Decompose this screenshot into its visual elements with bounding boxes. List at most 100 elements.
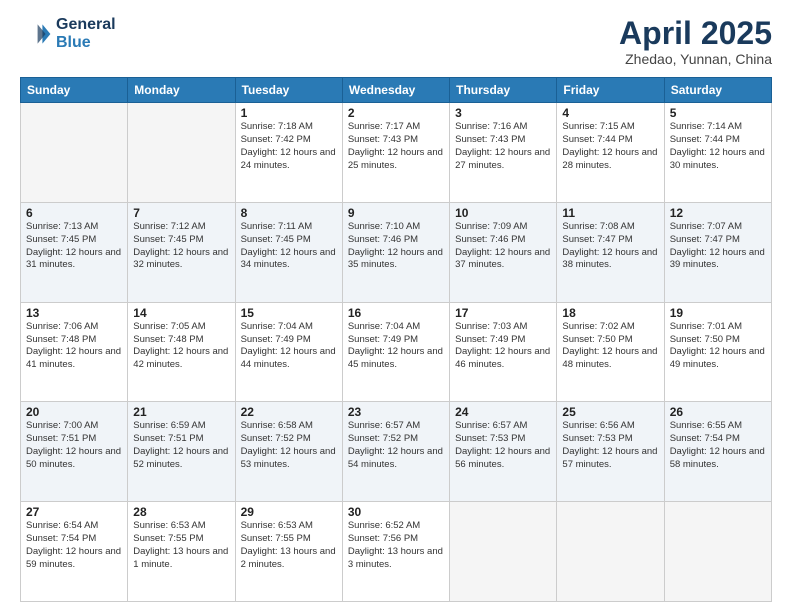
day-number: 27: [26, 505, 122, 519]
header-sunday: Sunday: [21, 78, 128, 103]
calendar-cell: 26Sunrise: 6:55 AM Sunset: 7:54 PM Dayli…: [664, 402, 771, 502]
calendar-table: Sunday Monday Tuesday Wednesday Thursday…: [20, 77, 772, 602]
calendar-cell: 16Sunrise: 7:04 AM Sunset: 7:49 PM Dayli…: [342, 302, 449, 402]
day-info: Sunrise: 6:52 AM Sunset: 7:56 PM Dayligh…: [348, 520, 444, 571]
calendar-cell: 22Sunrise: 6:58 AM Sunset: 7:52 PM Dayli…: [235, 402, 342, 502]
header-tuesday: Tuesday: [235, 78, 342, 103]
calendar-cell: 17Sunrise: 7:03 AM Sunset: 7:49 PM Dayli…: [450, 302, 557, 402]
logo: General Blue: [20, 16, 116, 52]
calendar-cell: [664, 502, 771, 602]
day-number: 17: [455, 306, 551, 320]
calendar-cell: 30Sunrise: 6:52 AM Sunset: 7:56 PM Dayli…: [342, 502, 449, 602]
calendar-cell: 20Sunrise: 7:00 AM Sunset: 7:51 PM Dayli…: [21, 402, 128, 502]
day-info: Sunrise: 7:15 AM Sunset: 7:44 PM Dayligh…: [562, 121, 658, 172]
calendar-cell: 25Sunrise: 6:56 AM Sunset: 7:53 PM Dayli…: [557, 402, 664, 502]
day-info: Sunrise: 7:05 AM Sunset: 7:48 PM Dayligh…: [133, 321, 229, 372]
calendar-cell: [128, 103, 235, 203]
calendar-cell: 6Sunrise: 7:13 AM Sunset: 7:45 PM Daylig…: [21, 202, 128, 302]
day-info: Sunrise: 6:55 AM Sunset: 7:54 PM Dayligh…: [670, 420, 766, 471]
calendar-cell: 1Sunrise: 7:18 AM Sunset: 7:42 PM Daylig…: [235, 103, 342, 203]
day-info: Sunrise: 7:11 AM Sunset: 7:45 PM Dayligh…: [241, 221, 337, 272]
day-number: 11: [562, 206, 658, 220]
day-number: 16: [348, 306, 444, 320]
day-info: Sunrise: 6:53 AM Sunset: 7:55 PM Dayligh…: [133, 520, 229, 571]
main-title: April 2025: [619, 16, 772, 51]
day-number: 13: [26, 306, 122, 320]
calendar-cell: 23Sunrise: 6:57 AM Sunset: 7:52 PM Dayli…: [342, 402, 449, 502]
day-info: Sunrise: 7:08 AM Sunset: 7:47 PM Dayligh…: [562, 221, 658, 272]
day-info: Sunrise: 7:13 AM Sunset: 7:45 PM Dayligh…: [26, 221, 122, 272]
day-info: Sunrise: 6:58 AM Sunset: 7:52 PM Dayligh…: [241, 420, 337, 471]
calendar-cell: 9Sunrise: 7:10 AM Sunset: 7:46 PM Daylig…: [342, 202, 449, 302]
day-number: 6: [26, 206, 122, 220]
day-number: 20: [26, 405, 122, 419]
day-info: Sunrise: 7:17 AM Sunset: 7:43 PM Dayligh…: [348, 121, 444, 172]
header-wednesday: Wednesday: [342, 78, 449, 103]
day-number: 21: [133, 405, 229, 419]
page: General Blue April 2025 Zhedao, Yunnan, …: [0, 0, 792, 612]
day-info: Sunrise: 7:03 AM Sunset: 7:49 PM Dayligh…: [455, 321, 551, 372]
day-info: Sunrise: 7:06 AM Sunset: 7:48 PM Dayligh…: [26, 321, 122, 372]
day-info: Sunrise: 6:53 AM Sunset: 7:55 PM Dayligh…: [241, 520, 337, 571]
calendar-cell: 27Sunrise: 6:54 AM Sunset: 7:54 PM Dayli…: [21, 502, 128, 602]
day-number: 12: [670, 206, 766, 220]
day-info: Sunrise: 7:00 AM Sunset: 7:51 PM Dayligh…: [26, 420, 122, 471]
day-number: 9: [348, 206, 444, 220]
day-number: 15: [241, 306, 337, 320]
calendar-week-2: 6Sunrise: 7:13 AM Sunset: 7:45 PM Daylig…: [21, 202, 772, 302]
calendar-cell: 28Sunrise: 6:53 AM Sunset: 7:55 PM Dayli…: [128, 502, 235, 602]
calendar-cell: 4Sunrise: 7:15 AM Sunset: 7:44 PM Daylig…: [557, 103, 664, 203]
day-info: Sunrise: 7:01 AM Sunset: 7:50 PM Dayligh…: [670, 321, 766, 372]
day-info: Sunrise: 7:02 AM Sunset: 7:50 PM Dayligh…: [562, 321, 658, 372]
day-info: Sunrise: 6:56 AM Sunset: 7:53 PM Dayligh…: [562, 420, 658, 471]
day-info: Sunrise: 6:59 AM Sunset: 7:51 PM Dayligh…: [133, 420, 229, 471]
day-number: 3: [455, 106, 551, 120]
day-info: Sunrise: 7:04 AM Sunset: 7:49 PM Dayligh…: [348, 321, 444, 372]
day-info: Sunrise: 6:57 AM Sunset: 7:53 PM Dayligh…: [455, 420, 551, 471]
calendar-cell: [450, 502, 557, 602]
day-number: 25: [562, 405, 658, 419]
calendar-cell: 2Sunrise: 7:17 AM Sunset: 7:43 PM Daylig…: [342, 103, 449, 203]
title-block: April 2025 Zhedao, Yunnan, China: [619, 16, 772, 67]
calendar-cell: [21, 103, 128, 203]
day-number: 10: [455, 206, 551, 220]
day-number: 28: [133, 505, 229, 519]
day-info: Sunrise: 6:54 AM Sunset: 7:54 PM Dayligh…: [26, 520, 122, 571]
calendar-week-5: 27Sunrise: 6:54 AM Sunset: 7:54 PM Dayli…: [21, 502, 772, 602]
calendar-header-row: Sunday Monday Tuesday Wednesday Thursday…: [21, 78, 772, 103]
calendar-cell: 14Sunrise: 7:05 AM Sunset: 7:48 PM Dayli…: [128, 302, 235, 402]
calendar-cell: 7Sunrise: 7:12 AM Sunset: 7:45 PM Daylig…: [128, 202, 235, 302]
calendar-week-3: 13Sunrise: 7:06 AM Sunset: 7:48 PM Dayli…: [21, 302, 772, 402]
header-saturday: Saturday: [664, 78, 771, 103]
day-info: Sunrise: 7:12 AM Sunset: 7:45 PM Dayligh…: [133, 221, 229, 272]
calendar-cell: [557, 502, 664, 602]
logo-text: General Blue: [56, 16, 116, 52]
calendar-week-4: 20Sunrise: 7:00 AM Sunset: 7:51 PM Dayli…: [21, 402, 772, 502]
day-info: Sunrise: 7:10 AM Sunset: 7:46 PM Dayligh…: [348, 221, 444, 272]
day-number: 14: [133, 306, 229, 320]
subtitle: Zhedao, Yunnan, China: [619, 51, 772, 67]
calendar-cell: 10Sunrise: 7:09 AM Sunset: 7:46 PM Dayli…: [450, 202, 557, 302]
day-info: Sunrise: 7:04 AM Sunset: 7:49 PM Dayligh…: [241, 321, 337, 372]
day-number: 2: [348, 106, 444, 120]
header-friday: Friday: [557, 78, 664, 103]
calendar-cell: 12Sunrise: 7:07 AM Sunset: 7:47 PM Dayli…: [664, 202, 771, 302]
day-number: 23: [348, 405, 444, 419]
day-number: 29: [241, 505, 337, 519]
day-number: 8: [241, 206, 337, 220]
logo-icon: [20, 18, 52, 50]
day-info: Sunrise: 6:57 AM Sunset: 7:52 PM Dayligh…: [348, 420, 444, 471]
calendar-cell: 24Sunrise: 6:57 AM Sunset: 7:53 PM Dayli…: [450, 402, 557, 502]
calendar-week-1: 1Sunrise: 7:18 AM Sunset: 7:42 PM Daylig…: [21, 103, 772, 203]
day-info: Sunrise: 7:07 AM Sunset: 7:47 PM Dayligh…: [670, 221, 766, 272]
calendar-cell: 19Sunrise: 7:01 AM Sunset: 7:50 PM Dayli…: [664, 302, 771, 402]
day-number: 1: [241, 106, 337, 120]
day-info: Sunrise: 7:18 AM Sunset: 7:42 PM Dayligh…: [241, 121, 337, 172]
day-info: Sunrise: 7:09 AM Sunset: 7:46 PM Dayligh…: [455, 221, 551, 272]
calendar-cell: 5Sunrise: 7:14 AM Sunset: 7:44 PM Daylig…: [664, 103, 771, 203]
day-number: 5: [670, 106, 766, 120]
day-number: 24: [455, 405, 551, 419]
day-number: 26: [670, 405, 766, 419]
calendar-cell: 15Sunrise: 7:04 AM Sunset: 7:49 PM Dayli…: [235, 302, 342, 402]
day-number: 18: [562, 306, 658, 320]
